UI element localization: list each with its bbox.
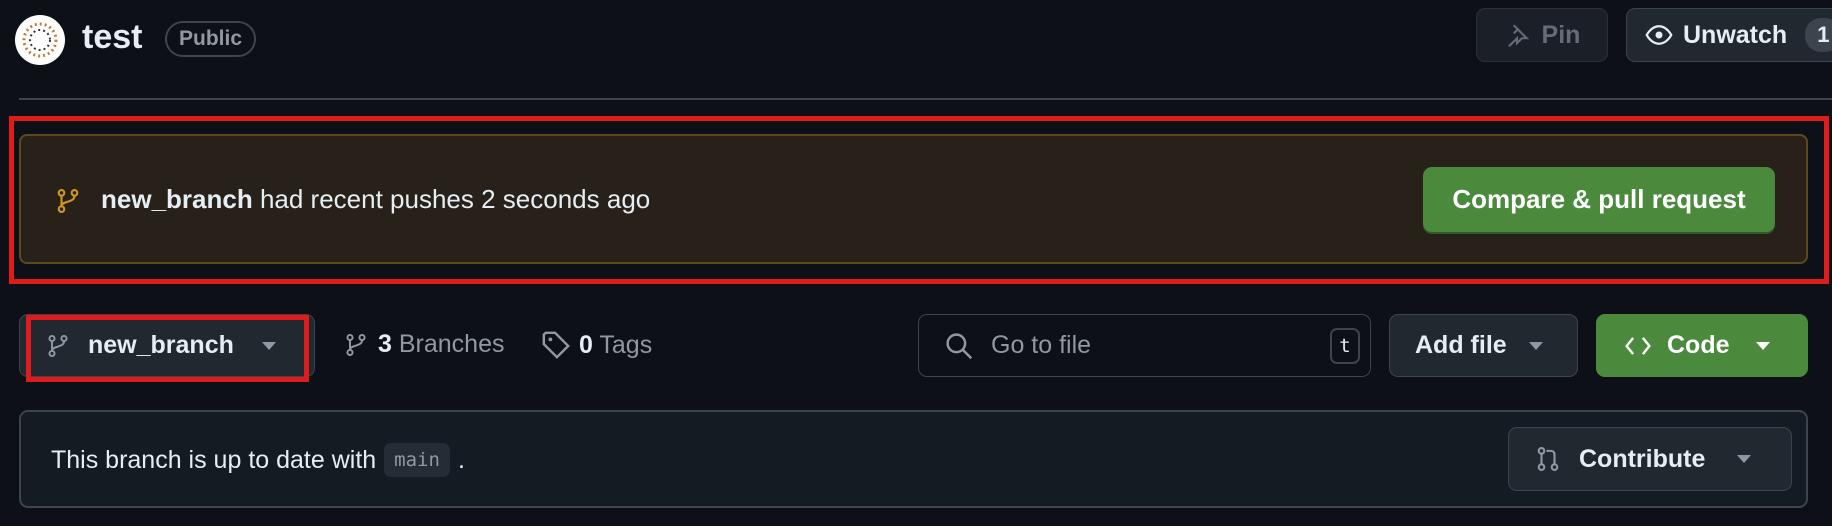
unwatch-button[interactable]: Unwatch 1	[1626, 8, 1832, 62]
branch-status-suffix: .	[457, 445, 465, 474]
pin-icon	[1507, 24, 1529, 48]
banner-message: had recent pushes 2 seconds ago	[259, 184, 651, 214]
pull-request-icon	[1537, 447, 1559, 471]
code-icon	[1625, 336, 1651, 355]
pin-label: Pin	[1541, 20, 1581, 49]
branch-icon	[57, 189, 79, 213]
chevron-down-icon	[1528, 341, 1543, 350]
contribute-button[interactable]: Contribute	[1508, 427, 1792, 491]
tags-link[interactable]: 0 Tags	[541, 330, 652, 360]
banner-branch-name[interactable]: new_branch	[101, 184, 253, 214]
tags-label: Tags	[599, 330, 653, 359]
repo-name[interactable]: test	[82, 18, 142, 57]
contribute-label: Contribute	[1579, 444, 1706, 473]
branches-count: 3	[378, 330, 392, 358]
branches-link[interactable]: 3 Branches	[344, 330, 504, 359]
branches-label: Branches	[398, 330, 505, 358]
shortcut-key: t	[1330, 328, 1360, 364]
eye-icon	[1645, 25, 1673, 45]
go-to-file-input[interactable]: Go to file t	[918, 314, 1371, 377]
add-file-button[interactable]: Add file	[1389, 314, 1578, 377]
tags-count: 0	[579, 330, 593, 359]
pin-button[interactable]: Pin	[1476, 8, 1608, 62]
chevron-down-icon	[1737, 455, 1752, 463]
visibility-badge: Public	[165, 21, 257, 57]
unwatch-label: Unwatch	[1683, 20, 1788, 49]
highlight-box-branch	[26, 315, 309, 382]
branch-status-box: This branch is up to date with main . Co…	[19, 410, 1808, 508]
add-file-label: Add file	[1415, 331, 1507, 359]
avatar-pattern-icon	[22, 22, 58, 58]
compare-pull-request-button[interactable]: Compare & pull request	[1423, 167, 1775, 232]
go-to-file-placeholder: Go to file	[991, 331, 1092, 359]
repo-avatar[interactable]	[15, 15, 65, 65]
chevron-down-icon	[1755, 341, 1770, 350]
recent-push-banner: new_branch had recent pushes 2 seconds a…	[19, 134, 1808, 264]
code-button[interactable]: Code	[1596, 314, 1808, 377]
search-icon	[946, 332, 973, 359]
branch-icon	[346, 333, 366, 356]
branch-status-text: This branch is up to date with	[51, 445, 377, 474]
tag-icon	[542, 331, 570, 359]
base-branch-link[interactable]: main	[384, 443, 450, 477]
header-divider	[19, 98, 1832, 100]
code-label: Code	[1667, 331, 1730, 359]
watch-count: 1	[1805, 18, 1832, 52]
